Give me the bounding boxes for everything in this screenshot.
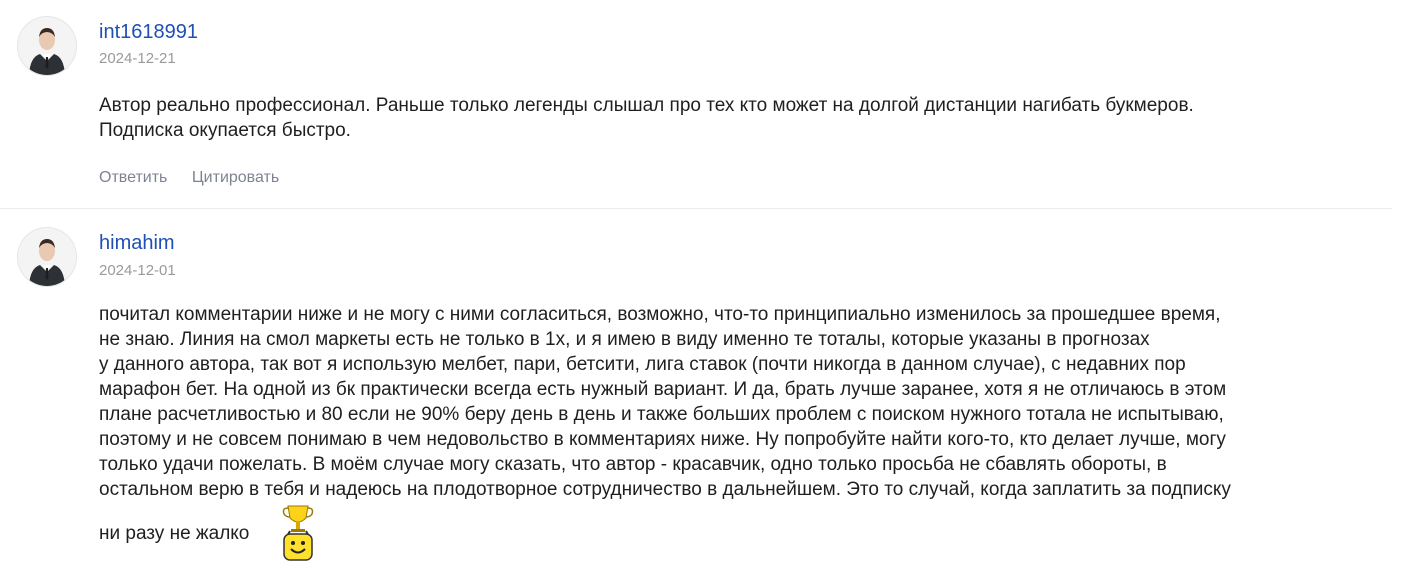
comment-text-line: ни разу не жалко (99, 523, 250, 544)
comment-text-line: не знаю. Линия на смол маркеты есть не т… (99, 329, 1150, 350)
reply-button[interactable]: Ответить (99, 169, 167, 187)
comment-text-line: марафон бет. На одной из бк практически … (99, 379, 1227, 400)
user-silhouette-icon (29, 239, 65, 286)
avatar[interactable] (17, 16, 77, 76)
comment-text-line: плане расчетливостью и 80 если не 90% бе… (99, 404, 1224, 425)
comment-text-line: Автор реально профессионал. Раньше тольк… (99, 95, 1194, 116)
comment-text-line: Подписка окупается быстро. (99, 120, 351, 141)
username-link[interactable]: int1618991 (99, 21, 198, 44)
comment: int1618991 2024-12-21 Автор реально проф… (0, 0, 1392, 209)
user-silhouette-icon (29, 28, 65, 75)
comment-text: почитал комментарии ниже и не могу с ним… (99, 302, 1384, 502)
comment-text-line: почитал комментарии ниже и не могу с ним… (99, 304, 1221, 325)
comment-text: Автор реально профессионал. Раньше тольк… (99, 93, 1384, 143)
username-link[interactable]: himahim (99, 232, 175, 255)
comment-date: 2024-12-01 (99, 262, 176, 279)
comment: himahim 2024-12-01 почитал комментарии н… (0, 209, 1392, 567)
comment-text-line: у данного автора, так вот я использую ме… (99, 354, 1186, 375)
trophy-smiley-icon (282, 505, 314, 561)
comment-text-line: остальном верю в тебя и надеюсь на плодо… (99, 479, 1231, 500)
comment-actions: Ответить Цитировать (99, 169, 299, 187)
avatar[interactable] (17, 227, 77, 287)
comment-date: 2024-12-21 (99, 50, 176, 67)
comment-text-line: поэтому и не совсем понимаю в чем недово… (99, 429, 1226, 450)
comment-text-line: только удачи пожелать. В моём случае мог… (99, 454, 1167, 475)
quote-button[interactable]: Цитировать (192, 169, 279, 187)
